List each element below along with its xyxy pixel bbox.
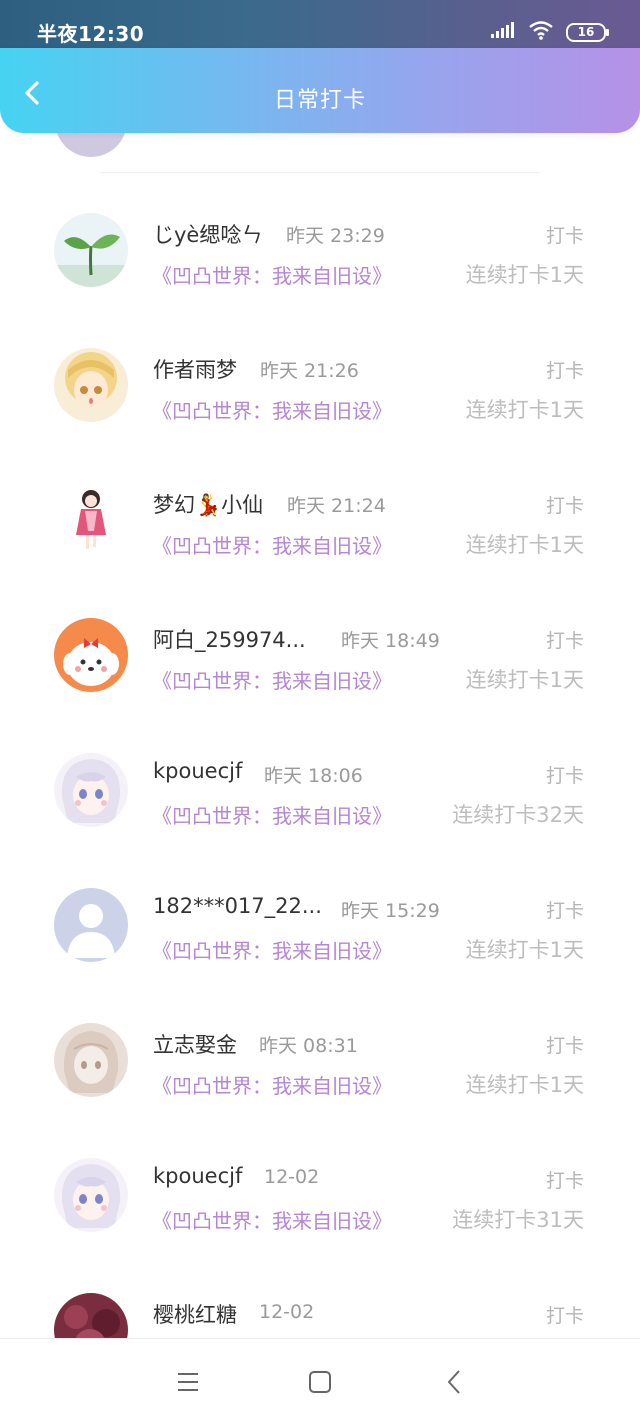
signal-icon bbox=[490, 21, 516, 43]
list-item[interactable]: 作者雨梦 昨天 21:26 打卡 《凹凸世界：我来自旧设》 连续打卡1天 bbox=[0, 308, 640, 443]
page-title: 日常打卡 bbox=[273, 88, 366, 113]
sketch-avatar[interactable] bbox=[54, 1023, 128, 1097]
anime-blonde-avatar[interactable] bbox=[54, 348, 128, 422]
checkin-time: 昨天 15:29 bbox=[341, 900, 440, 922]
checkin-time: 昨天 21:26 bbox=[260, 360, 359, 382]
status-icons: 16 bbox=[490, 20, 609, 44]
avatar[interactable] bbox=[55, 133, 127, 157]
checkin-button[interactable]: 打卡 bbox=[546, 1301, 584, 1328]
user-name[interactable]: 樱桃红糖 bbox=[153, 1299, 253, 1329]
book-link[interactable]: 《凹凸世界：我来自旧设》 bbox=[152, 395, 392, 424]
list-item[interactable]: 182***017_22... 昨天 15:29 打卡 《凹凸世界：我来自旧设》… bbox=[0, 848, 640, 983]
user-name[interactable]: 立志娶金 bbox=[153, 1029, 253, 1059]
streak-count: 连续打卡1天 bbox=[465, 668, 584, 692]
anime-white-hair-avatar[interactable] bbox=[54, 1158, 128, 1232]
anime-white-hair-avatar[interactable] bbox=[54, 753, 128, 827]
checkin-button[interactable]: 打卡 bbox=[546, 356, 584, 383]
streak-count: 连续打卡1天 bbox=[465, 263, 584, 287]
user-name[interactable]: kpouecjf bbox=[153, 759, 253, 783]
checkin-button[interactable]: 打卡 bbox=[546, 221, 584, 248]
book-link[interactable]: 《凹凸世界：我来自旧设》 bbox=[152, 800, 392, 829]
list-item[interactable]: kpouecjf 12-02 打卡 《凹凸世界：我来自旧设》 连续打卡31天 bbox=[0, 1118, 640, 1253]
checkin-button[interactable]: 打卡 bbox=[546, 491, 584, 518]
system-back-button[interactable] bbox=[438, 1365, 472, 1399]
checkin-time: 昨天 23:29 bbox=[286, 225, 385, 247]
checkin-time: 12-02 bbox=[264, 1166, 320, 1188]
user-name[interactable]: kpouecjf bbox=[153, 1164, 253, 1188]
user-name[interactable]: じyè缌唸ㄣ bbox=[153, 219, 278, 249]
header: 日常打卡 bbox=[0, 48, 640, 133]
user-name[interactable]: 梦幻💃小仙 bbox=[153, 489, 278, 519]
user-name[interactable]: 阿白_259974... bbox=[153, 624, 333, 654]
list-item[interactable]: 立志娶金 昨天 08:31 打卡 《凹凸世界：我来自旧设》 连续打卡1天 bbox=[0, 983, 640, 1118]
list-item[interactable]: じyè缌唸ㄣ 昨天 23:29 打卡 《凹凸世界：我来自旧设》 连续打卡1天 bbox=[0, 173, 640, 308]
system-nav-bar bbox=[0, 1338, 640, 1423]
streak-count: 连续打卡1天 bbox=[465, 1073, 584, 1097]
menu-icon bbox=[178, 1373, 198, 1391]
book-link[interactable]: 《凹凸世界：我来自旧设》 bbox=[152, 1070, 392, 1099]
wifi-icon bbox=[528, 20, 554, 44]
list-item[interactable]: kpouecjf 昨天 18:06 打卡 《凹凸世界：我来自旧设》 连续打卡32… bbox=[0, 713, 640, 848]
checkin-button[interactable]: 打卡 bbox=[546, 626, 584, 653]
dark-red-avatar[interactable] bbox=[54, 1293, 128, 1338]
book-link[interactable]: 《凹凸世界：我来自旧设》 bbox=[152, 530, 392, 559]
sprout-avatar[interactable] bbox=[54, 213, 128, 287]
checkin-button[interactable]: 打卡 bbox=[546, 1166, 584, 1193]
streak-count: 连续打卡1天 bbox=[465, 398, 584, 422]
checkin-list: じyè缌唸ㄣ 昨天 23:29 打卡 《凹凸世界：我来自旧设》 连续打卡1天 作… bbox=[0, 133, 640, 1338]
checkin-time: 昨天 08:31 bbox=[259, 1035, 358, 1057]
status-time: 半夜12:30 bbox=[37, 22, 145, 46]
user-name[interactable]: 作者雨梦 bbox=[153, 354, 253, 384]
list-item[interactable]: 梦幻💃小仙 昨天 21:24 打卡 《凹凸世界：我来自旧设》 连续打卡1天 bbox=[0, 443, 640, 578]
battery-icon: 16 bbox=[566, 22, 609, 42]
user-name[interactable]: 182***017_22... bbox=[153, 894, 333, 918]
checkin-button[interactable]: 打卡 bbox=[546, 761, 584, 788]
streak-count: 连续打卡32天 bbox=[452, 803, 584, 827]
book-link[interactable]: 《凹凸世界：我来自旧设》 bbox=[152, 665, 392, 694]
list-item[interactable]: 阿白_259974... 昨天 18:49 打卡 《凹凸世界：我来自旧设》 连续… bbox=[0, 578, 640, 713]
checkin-time: 12-02 bbox=[259, 1301, 315, 1323]
streak-count: 连续打卡31天 bbox=[452, 1208, 584, 1232]
default-avatar[interactable] bbox=[54, 888, 128, 962]
checkin-time: 昨天 21:24 bbox=[287, 495, 386, 517]
checkin-time: 昨天 18:49 bbox=[341, 630, 440, 652]
home-button[interactable] bbox=[303, 1365, 337, 1399]
checkin-button[interactable]: 打卡 bbox=[546, 896, 584, 923]
streak-count: 连续打卡1天 bbox=[465, 938, 584, 962]
home-square-icon bbox=[309, 1371, 331, 1393]
streak-count: 连续打卡1天 bbox=[465, 533, 584, 557]
back-chevron-icon bbox=[448, 1370, 460, 1394]
checkin-time: 昨天 18:06 bbox=[264, 765, 363, 787]
partial-list-item bbox=[0, 133, 640, 173]
book-link[interactable]: 《凹凸世界：我来自旧设》 bbox=[152, 260, 392, 289]
book-link[interactable]: 《凹凸世界：我来自旧设》 bbox=[152, 1205, 392, 1234]
list-item[interactable]: 樱桃红糖 12-02 打卡 bbox=[0, 1253, 640, 1338]
menu-button[interactable] bbox=[171, 1365, 205, 1399]
puppy-avatar[interactable] bbox=[54, 618, 128, 692]
anime-kimono-avatar[interactable] bbox=[54, 483, 128, 557]
book-link[interactable]: 《凹凸世界：我来自旧设》 bbox=[152, 935, 392, 964]
checkin-button[interactable]: 打卡 bbox=[546, 1031, 584, 1058]
